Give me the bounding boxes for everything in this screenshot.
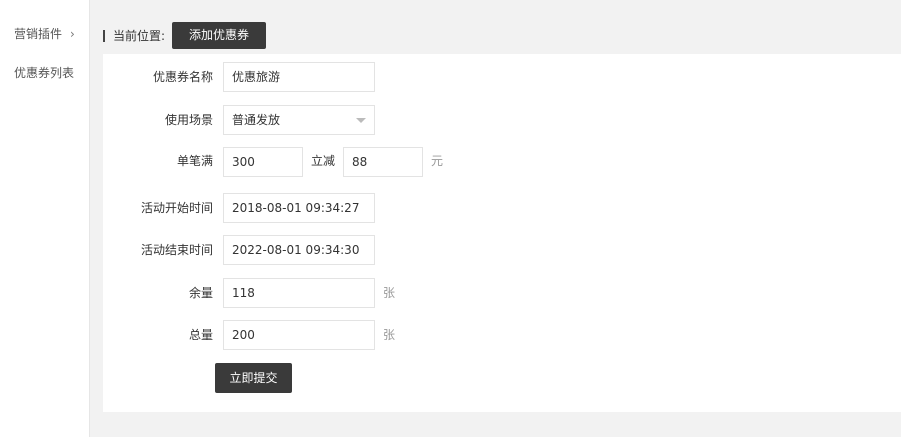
coupon-name-label: 优惠券名称 bbox=[152, 70, 213, 84]
sidebar-item-coupon-list[interactable]: 优惠券列表 bbox=[14, 63, 74, 83]
chevron-right-icon: › bbox=[70, 27, 75, 41]
currency-unit: 元 bbox=[431, 154, 444, 168]
discount-label: 立减 bbox=[311, 154, 336, 168]
end-time-label: 活动结束时间 bbox=[140, 243, 213, 257]
coupon-name-input[interactable]: 优惠旅游 bbox=[223, 62, 375, 92]
start-time-label: 活动开始时间 bbox=[140, 201, 213, 215]
breadcrumb: 当前位置: bbox=[103, 26, 165, 46]
scene-select-value: 普通发放 bbox=[232, 113, 281, 127]
submit-button[interactable]: 立即提交 bbox=[215, 363, 292, 393]
threshold-label: 单笔满 bbox=[176, 154, 213, 168]
caret-down-icon bbox=[356, 118, 366, 123]
sidebar: 营销插件 › 优惠券列表 bbox=[0, 0, 90, 437]
sidebar-group-marketing-plugins[interactable]: 营销插件 › bbox=[14, 24, 75, 44]
remaining-input[interactable]: 118 bbox=[223, 278, 375, 308]
remaining-unit: 张 bbox=[383, 286, 396, 300]
start-time-input[interactable]: 2018-08-01 09:34:27 bbox=[223, 193, 375, 223]
scene-label: 使用场景 bbox=[164, 113, 213, 127]
breadcrumb-marker bbox=[103, 29, 105, 42]
total-unit: 张 bbox=[383, 328, 396, 342]
sidebar-group-label: 营销插件 bbox=[14, 27, 63, 41]
total-label: 总量 bbox=[188, 328, 213, 342]
threshold-input[interactable]: 300 bbox=[223, 147, 303, 177]
scene-select[interactable]: 普通发放 bbox=[223, 105, 375, 135]
total-input[interactable]: 200 bbox=[223, 320, 375, 350]
add-coupon-button[interactable]: 添加优惠券 bbox=[172, 22, 266, 49]
coupon-form-panel: 优惠券名称 优惠旅游 使用场景 普通发放 单笔满 300 立减 88 元 活动开… bbox=[103, 54, 901, 412]
end-time-input[interactable]: 2022-08-01 09:34:30 bbox=[223, 235, 375, 265]
breadcrumb-label: 当前位置: bbox=[113, 29, 166, 43]
sidebar-item-label: 优惠券列表 bbox=[14, 66, 75, 80]
remaining-label: 余量 bbox=[188, 286, 213, 300]
discount-input[interactable]: 88 bbox=[343, 147, 423, 177]
